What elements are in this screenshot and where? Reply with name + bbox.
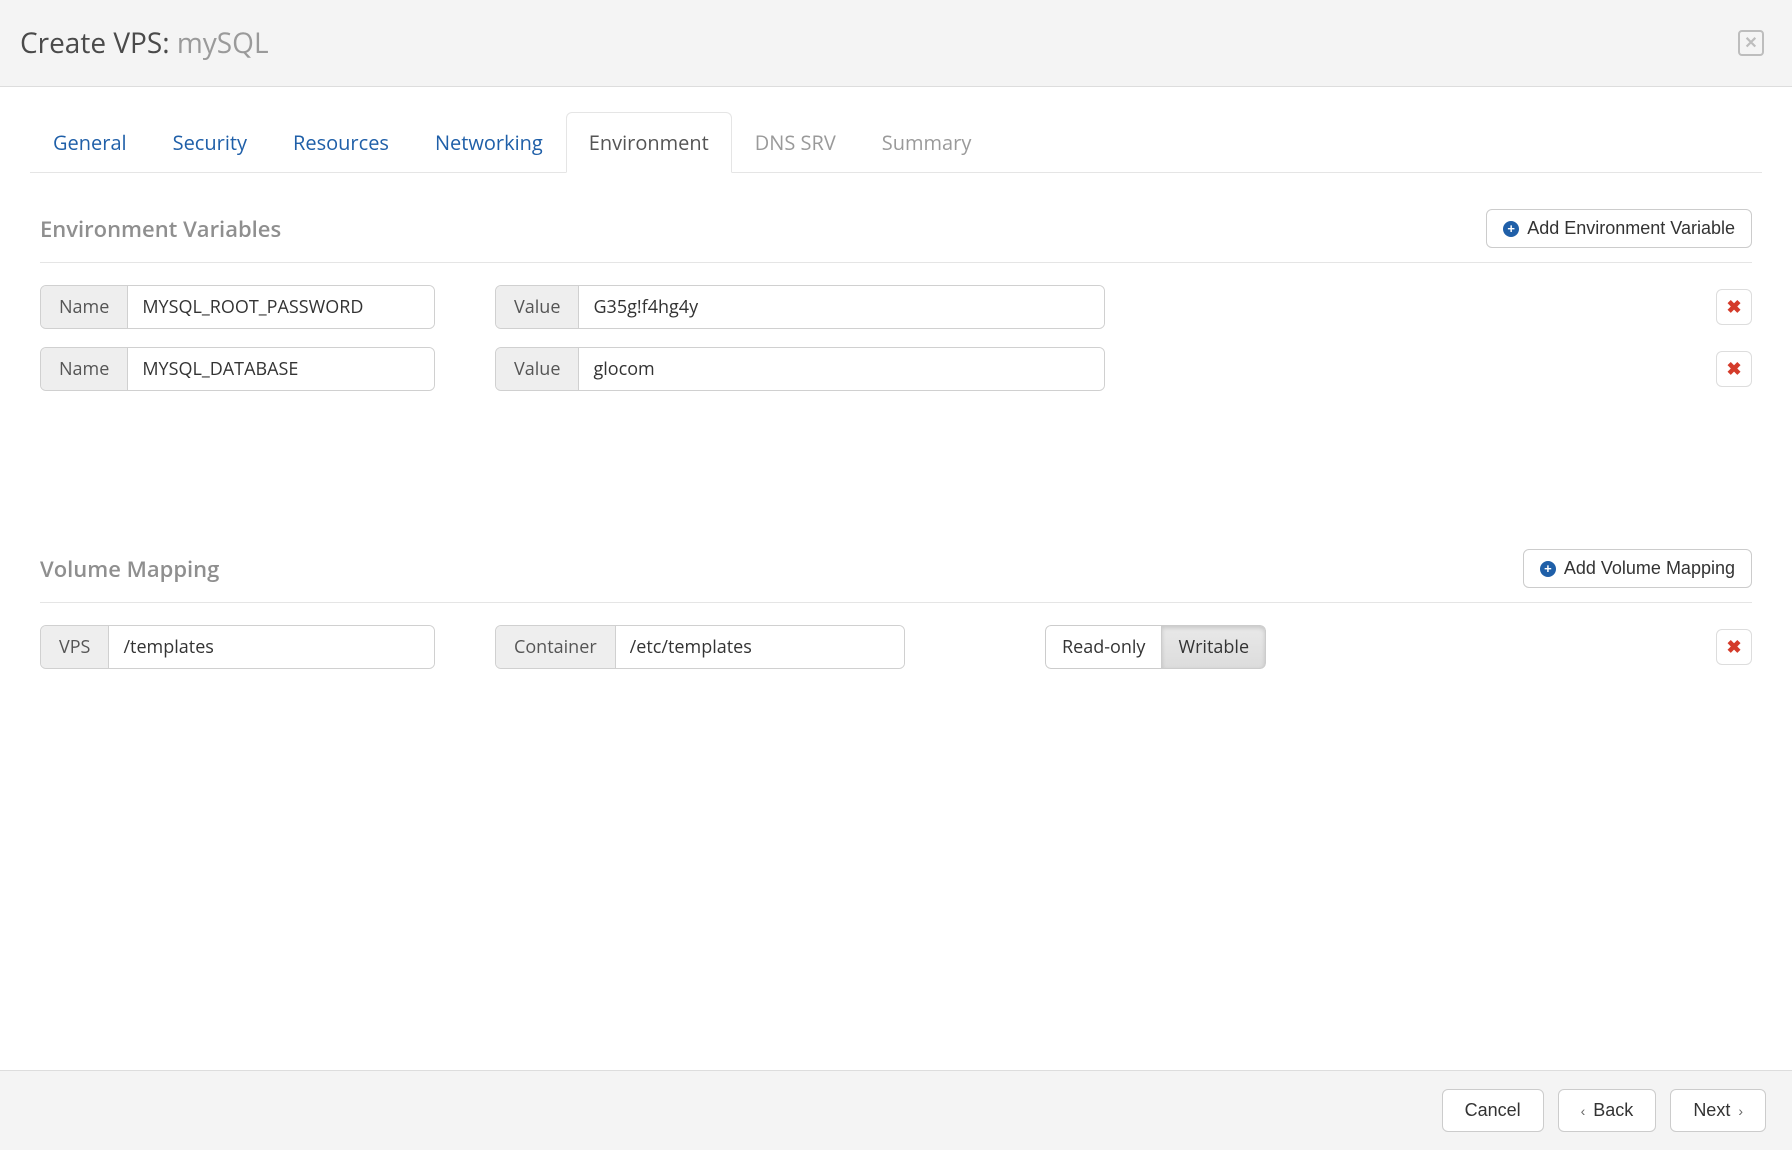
vol-vps-input[interactable] (109, 626, 434, 668)
next-button[interactable]: Next › (1670, 1089, 1766, 1132)
tab-row: General Security Resources Networking En… (30, 111, 1762, 173)
tab-security[interactable]: Security (150, 112, 270, 173)
env-section-title: Environment Variables (40, 214, 281, 244)
add-env-var-label: Add Environment Variable (1527, 218, 1735, 239)
env-value-group: Value (495, 347, 1105, 391)
tab-dns-srv: DNS SRV (732, 112, 859, 173)
vol-mode-writable[interactable]: Writable (1162, 625, 1266, 669)
vol-vps-group: VPS (40, 625, 435, 669)
modal-header: Create VPS: mySQL ✕ (0, 0, 1792, 87)
chevron-right-icon: › (1738, 1103, 1743, 1119)
tab-networking[interactable]: Networking (412, 112, 566, 173)
modal-footer: Cancel ‹ Back Next › (0, 1070, 1792, 1150)
back-label: Back (1593, 1100, 1633, 1121)
delete-icon: ✖ (1726, 637, 1741, 658)
add-volume-mapping-button[interactable]: + Add Volume Mapping (1523, 549, 1752, 588)
close-button[interactable]: ✕ (1738, 30, 1764, 56)
env-section: Environment Variables + Add Environment … (30, 173, 1762, 391)
env-row: Name Value ✖ (40, 285, 1752, 329)
vol-container-group: Container (495, 625, 905, 669)
env-section-header: Environment Variables + Add Environment … (40, 209, 1752, 263)
close-icon: ✕ (1744, 33, 1757, 53)
vol-vps-addon: VPS (41, 626, 109, 668)
delete-env-row-button[interactable]: ✖ (1716, 351, 1752, 387)
vol-section: Volume Mapping + Add Volume Mapping VPS … (30, 409, 1762, 669)
env-name-addon: Name (41, 286, 128, 328)
env-name-group: Name (40, 347, 435, 391)
modal-title: Create VPS: mySQL (20, 24, 269, 62)
env-name-input[interactable] (128, 348, 434, 390)
vol-mode-toggle: Read-only Writable (1045, 625, 1266, 669)
back-button[interactable]: ‹ Back (1558, 1089, 1657, 1132)
next-label: Next (1693, 1100, 1730, 1121)
tab-summary: Summary (859, 112, 995, 173)
env-value-addon: Value (496, 348, 579, 390)
modal-body: General Security Resources Networking En… (0, 111, 1792, 669)
env-name-input[interactable] (128, 286, 434, 328)
tab-environment[interactable]: Environment (566, 112, 732, 173)
delete-env-row-button[interactable]: ✖ (1716, 289, 1752, 325)
env-name-addon: Name (41, 348, 128, 390)
vol-section-header: Volume Mapping + Add Volume Mapping (40, 549, 1752, 603)
env-value-addon: Value (496, 286, 579, 328)
cancel-button[interactable]: Cancel (1442, 1089, 1544, 1132)
tab-general[interactable]: General (30, 112, 150, 173)
delete-icon: ✖ (1726, 297, 1741, 318)
env-name-group: Name (40, 285, 435, 329)
env-value-input[interactable] (579, 348, 1104, 390)
chevron-left-icon: ‹ (1581, 1103, 1586, 1119)
add-volume-mapping-label: Add Volume Mapping (1564, 558, 1735, 579)
tab-resources[interactable]: Resources (270, 112, 412, 173)
env-row: Name Value ✖ (40, 347, 1752, 391)
plus-icon: + (1503, 221, 1519, 237)
add-env-var-button[interactable]: + Add Environment Variable (1486, 209, 1752, 248)
cancel-label: Cancel (1465, 1100, 1521, 1121)
modal-title-name: mySQL (177, 24, 269, 62)
vol-container-addon: Container (496, 626, 616, 668)
env-value-input[interactable] (579, 286, 1104, 328)
modal-title-prefix: Create VPS: (20, 24, 177, 62)
vol-row: VPS Container Read-only Writable ✖ (40, 625, 1752, 669)
delete-vol-row-button[interactable]: ✖ (1716, 629, 1752, 665)
vol-container-input[interactable] (616, 626, 904, 668)
env-value-group: Value (495, 285, 1105, 329)
vol-section-title: Volume Mapping (40, 554, 219, 584)
delete-icon: ✖ (1726, 359, 1741, 380)
vol-mode-readonly[interactable]: Read-only (1045, 625, 1162, 669)
plus-icon: + (1540, 561, 1556, 577)
